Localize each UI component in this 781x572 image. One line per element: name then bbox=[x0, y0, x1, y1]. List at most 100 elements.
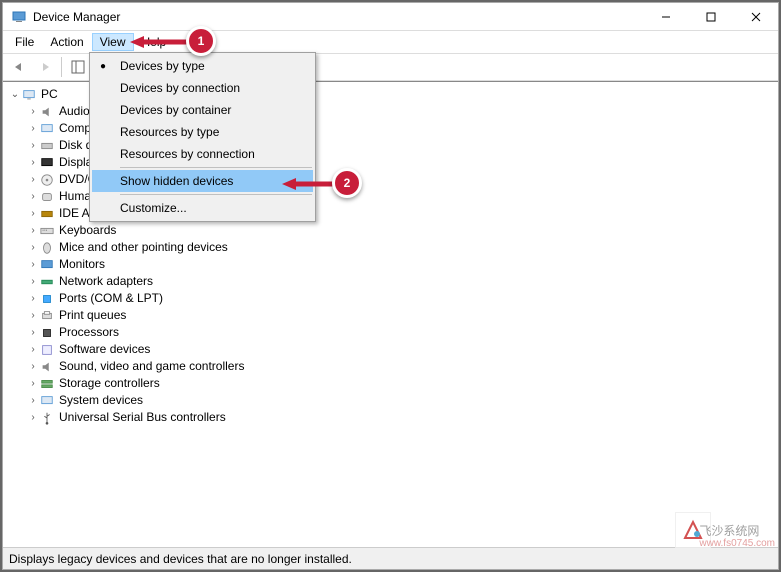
menu-item-label: Show hidden devices bbox=[120, 174, 233, 188]
toolbar-separator bbox=[61, 57, 62, 77]
tree-item-label: Storage controllers bbox=[59, 375, 160, 392]
watermark-brand: 飞沙系统网 bbox=[699, 524, 775, 538]
tree-item-label: Monitors bbox=[59, 256, 105, 273]
tree-item-label: Network adapters bbox=[59, 273, 153, 290]
tree-item-label: Print queues bbox=[59, 307, 126, 324]
tree-item[interactable]: › Mice and other pointing devices bbox=[5, 239, 776, 256]
menu-devices-by-type[interactable]: ● Devices by type bbox=[92, 55, 313, 77]
tree-item-label: Universal Serial Bus controllers bbox=[59, 409, 226, 426]
caret-right-icon[interactable]: › bbox=[27, 273, 39, 290]
caret-right-icon[interactable]: › bbox=[27, 103, 39, 120]
menubar: File Action View Help bbox=[3, 31, 778, 53]
tree-item-label: Ports (COM & LPT) bbox=[59, 290, 163, 307]
tree-item-label: Sound, video and game controllers bbox=[59, 358, 244, 375]
tree-item[interactable]: › System devices bbox=[5, 392, 776, 409]
caret-right-icon[interactable]: › bbox=[27, 154, 39, 171]
caret-right-icon[interactable]: › bbox=[27, 307, 39, 324]
tree-item[interactable]: › Processors bbox=[5, 324, 776, 341]
tree-item[interactable]: › Monitors bbox=[5, 256, 776, 273]
caret-right-icon[interactable]: › bbox=[27, 188, 39, 205]
caret-right-icon[interactable]: › bbox=[27, 409, 39, 426]
menu-devices-by-container[interactable]: Devices by container bbox=[92, 99, 313, 121]
tree-item[interactable]: › Universal Serial Bus controllers bbox=[5, 409, 776, 426]
tree-item[interactable]: › Storage controllers bbox=[5, 375, 776, 392]
menu-item-label: Devices by connection bbox=[120, 81, 240, 95]
caret-right-icon[interactable]: › bbox=[27, 222, 39, 239]
callout-label: 2 bbox=[344, 176, 351, 190]
minimize-button[interactable] bbox=[643, 3, 688, 31]
callout-label: 1 bbox=[198, 34, 205, 48]
menu-item-label: Devices by type bbox=[120, 59, 205, 73]
tree-item-label: Mice and other pointing devices bbox=[59, 239, 228, 256]
tree-item[interactable]: › Ports (COM & LPT) bbox=[5, 290, 776, 307]
caret-right-icon[interactable]: › bbox=[27, 375, 39, 392]
usb-icon bbox=[39, 410, 55, 426]
close-button[interactable] bbox=[733, 3, 778, 31]
mouse-icon bbox=[39, 240, 55, 256]
caret-right-icon[interactable]: › bbox=[27, 392, 39, 409]
caret-right-icon[interactable]: › bbox=[27, 205, 39, 222]
caret-right-icon[interactable]: › bbox=[27, 358, 39, 375]
printer-icon bbox=[39, 308, 55, 324]
statusbar-text: Displays legacy devices and devices that… bbox=[9, 552, 352, 566]
arrow-icon bbox=[280, 174, 340, 194]
menu-file[interactable]: File bbox=[7, 33, 42, 51]
disk-icon bbox=[39, 138, 55, 154]
tree-item-label: System devices bbox=[59, 392, 143, 409]
tree-item[interactable]: › Sound, video and game controllers bbox=[5, 358, 776, 375]
menu-action[interactable]: Action bbox=[42, 33, 91, 51]
menu-resources-by-type[interactable]: Resources by type bbox=[92, 121, 313, 143]
caret-right-icon[interactable]: › bbox=[27, 171, 39, 188]
callout-1: 1 bbox=[186, 26, 216, 56]
caret-right-icon[interactable]: › bbox=[27, 290, 39, 307]
network-icon bbox=[39, 274, 55, 290]
menu-item-label: Devices by container bbox=[120, 103, 231, 117]
titlebar: Device Manager bbox=[3, 3, 778, 31]
display-icon bbox=[39, 155, 55, 171]
menu-resources-by-connection[interactable]: Resources by connection bbox=[92, 143, 313, 165]
bullet-icon: ● bbox=[100, 61, 106, 72]
caret-down-icon[interactable]: ⌄ bbox=[9, 86, 21, 103]
processor-icon bbox=[39, 325, 55, 341]
menu-separator bbox=[120, 167, 312, 168]
audio-icon bbox=[39, 104, 55, 120]
caret-right-icon[interactable]: › bbox=[27, 137, 39, 154]
show-hide-console-button[interactable] bbox=[66, 55, 90, 79]
caret-right-icon[interactable]: › bbox=[27, 239, 39, 256]
caret-right-icon[interactable]: › bbox=[27, 120, 39, 137]
keyboard-icon bbox=[39, 223, 55, 239]
menu-customize[interactable]: Customize... bbox=[92, 197, 313, 219]
caret-right-icon[interactable]: › bbox=[27, 256, 39, 273]
menu-devices-by-connection[interactable]: Devices by connection bbox=[92, 77, 313, 99]
tree-root-label: PC bbox=[41, 86, 58, 103]
tree-item[interactable]: › Print queues bbox=[5, 307, 776, 324]
statusbar: Displays legacy devices and devices that… bbox=[3, 547, 778, 569]
tree-item-label: Keyboards bbox=[59, 222, 116, 239]
watermark-text: 飞沙系统网 www.fs0745.com bbox=[699, 524, 775, 550]
back-button[interactable] bbox=[7, 55, 31, 79]
tree-item[interactable]: › Network adapters bbox=[5, 273, 776, 290]
maximize-button[interactable] bbox=[688, 3, 733, 31]
caret-right-icon[interactable]: › bbox=[27, 324, 39, 341]
storage-icon bbox=[39, 376, 55, 392]
port-icon bbox=[39, 291, 55, 307]
software-icon bbox=[39, 342, 55, 358]
tree-item-label: Processors bbox=[59, 324, 119, 341]
menu-item-label: Customize... bbox=[120, 201, 187, 215]
monitor-icon bbox=[39, 257, 55, 273]
caret-right-icon[interactable]: › bbox=[27, 341, 39, 358]
system-icon bbox=[39, 393, 55, 409]
tree-item[interactable]: › Keyboards bbox=[5, 222, 776, 239]
tree-item[interactable]: › Software devices bbox=[5, 341, 776, 358]
hid-icon bbox=[39, 189, 55, 205]
dvd-icon bbox=[39, 172, 55, 188]
app-icon bbox=[11, 9, 27, 25]
menu-item-label: Resources by connection bbox=[120, 147, 255, 161]
tree-item-label: Software devices bbox=[59, 341, 150, 358]
computer-icon bbox=[39, 121, 55, 137]
window-title: Device Manager bbox=[33, 10, 643, 24]
computer-icon bbox=[21, 87, 37, 103]
menu-separator bbox=[120, 194, 312, 195]
watermark-url: www.fs0745.com bbox=[699, 538, 775, 550]
forward-button[interactable] bbox=[33, 55, 57, 79]
